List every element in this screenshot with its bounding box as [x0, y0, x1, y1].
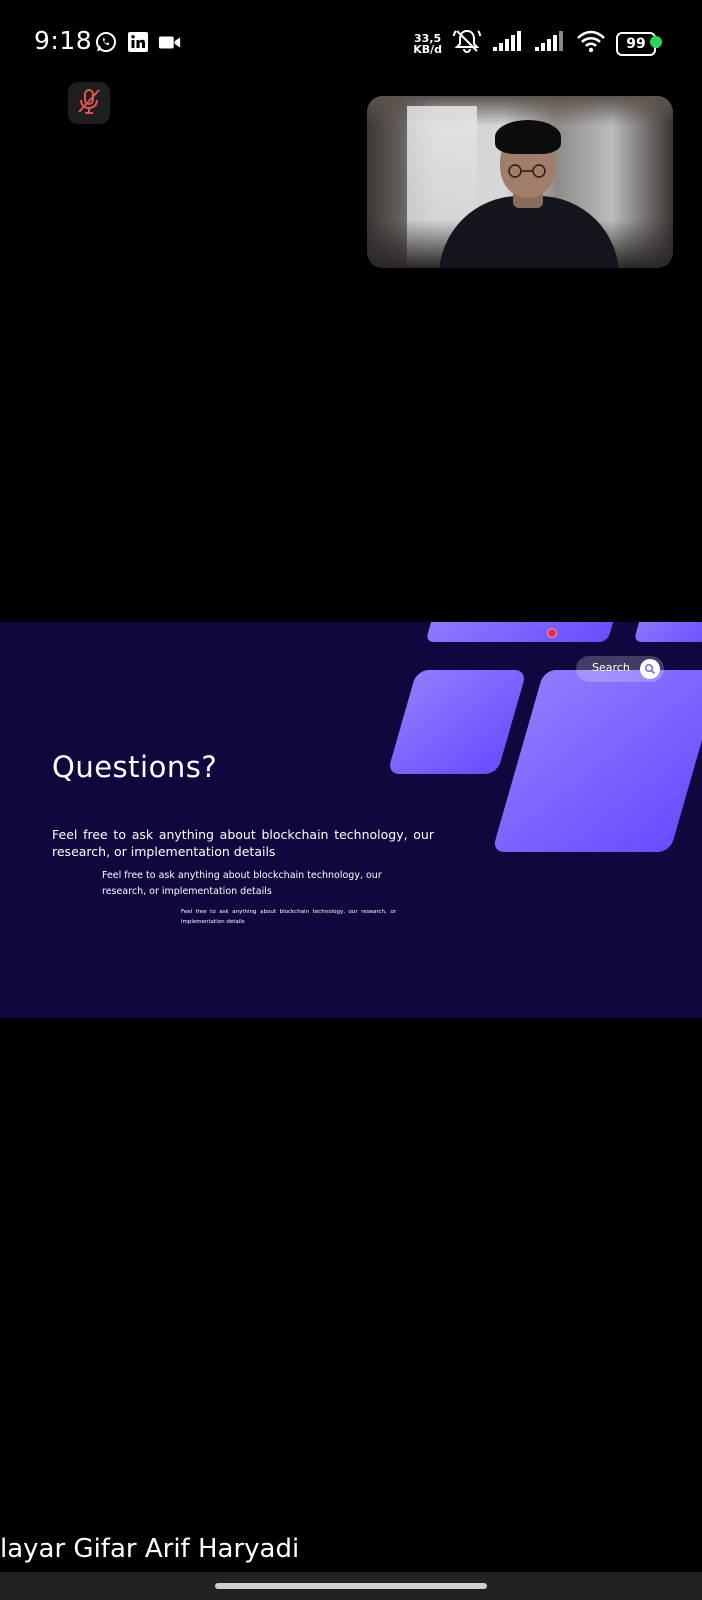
slide-text-small: Feel free to ask anything about blockcha… [181, 909, 396, 925]
decorative-shape [425, 622, 617, 642]
glasses [508, 164, 546, 178]
slide-search-label: Search [592, 661, 630, 674]
video-camera-icon [158, 30, 182, 54]
slide-text-medium: Feel free to ask anything about blockcha… [102, 870, 382, 897]
system-status: 33,5 KB/d 99 [413, 28, 659, 59]
navigation-bar [0, 1572, 702, 1600]
person-hair [495, 120, 561, 154]
laser-pointer-dot [547, 628, 557, 638]
decorative-shape [633, 622, 702, 642]
home-indicator[interactable] [215, 1583, 487, 1589]
privacy-indicator-dot [650, 36, 662, 48]
slide-search-bar: Search [576, 656, 664, 682]
mic-off-icon [76, 87, 102, 120]
alarm-off-icon [452, 28, 482, 59]
network-speed-unit: KB/d [413, 42, 442, 56]
decorative-shape [491, 670, 702, 852]
status-time: 9:18 [34, 26, 93, 55]
slide-text-large: Feel free to ask anything about blockcha… [52, 827, 434, 859]
signal-icon [492, 30, 524, 57]
notification-icons [94, 30, 182, 54]
wifi-icon [576, 29, 606, 58]
presenter-caption: layar Gifar Arif Haryadi [0, 1534, 300, 1564]
mic-muted-button[interactable] [68, 82, 110, 124]
whatsapp-icon [94, 30, 118, 54]
slide-title: Questions? [52, 750, 218, 784]
signal-icon [534, 30, 566, 57]
self-video-preview[interactable] [367, 96, 673, 268]
search-icon [640, 659, 660, 679]
screen: 9:18 33,5 KB/d 99 Search Questions? Feel… [0, 0, 702, 1600]
network-speed-value: 33,5 [414, 31, 442, 45]
status-bar: 9:18 33,5 KB/d 99 [0, 0, 702, 84]
shared-screen-slide: Search Questions? Feel free to ask anyth… [0, 622, 702, 1018]
decorative-shape [387, 670, 527, 774]
network-speed: 33,5 KB/d [413, 33, 442, 55]
battery-level: 99 [626, 35, 646, 52]
linkedin-icon [126, 30, 150, 54]
